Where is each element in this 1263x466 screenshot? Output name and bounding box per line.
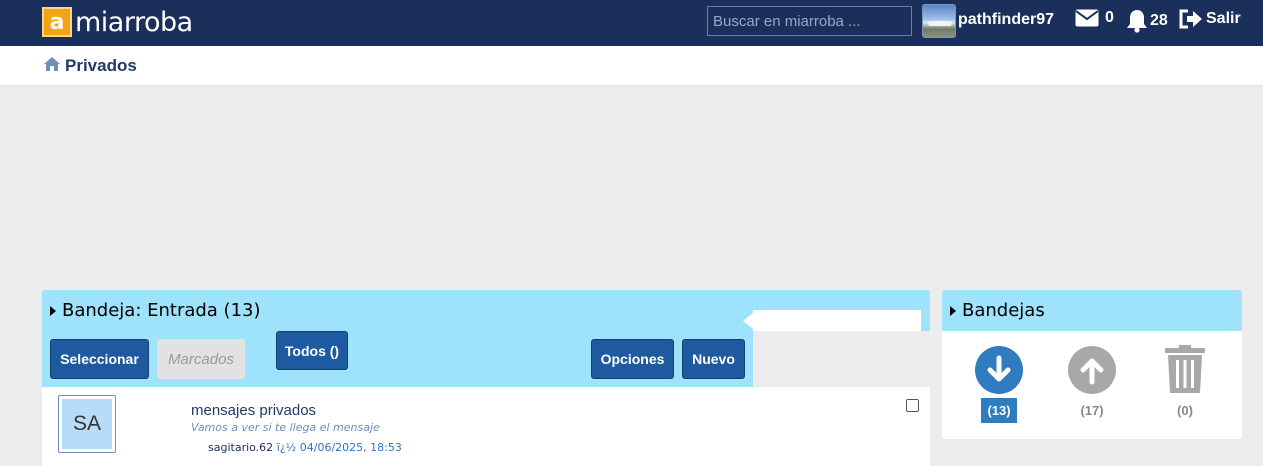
marked-button: Marcados — [157, 339, 245, 379]
folder-outbox-count: (17) — [1080, 403, 1104, 418]
sender-avatar[interactable]: SA — [58, 395, 116, 453]
caret-right-icon — [50, 305, 56, 316]
message-row[interactable]: SA mensajes privados Vamos a ver si te l… — [42, 387, 930, 466]
folder-trash[interactable]: (0) — [1155, 345, 1215, 423]
message-meta: sagitario.62 ï¿½ 04/06/2025, 18:53 — [208, 441, 402, 454]
inbox-down-arrow-icon — [975, 346, 1023, 394]
sign-out-icon — [1179, 9, 1203, 29]
toolbar-spacer — [753, 331, 930, 387]
folders-panel: Bandejas (13) (17) (0) — [942, 290, 1242, 439]
caret-right-icon — [950, 305, 956, 316]
new-message-button[interactable]: Nuevo — [682, 339, 745, 379]
folder-outbox[interactable]: (17) — [1062, 346, 1122, 423]
folders-title-text: Bandejas — [962, 300, 1045, 321]
logout-label: Salir — [1206, 10, 1241, 27]
folder-trash-count: (0) — [1177, 403, 1193, 418]
search-input[interactable] — [707, 6, 912, 36]
logo-text: miarroba — [75, 6, 193, 38]
options-button[interactable]: Opciones — [591, 339, 674, 379]
username-link[interactable]: pathfinder97 — [958, 11, 1054, 29]
message-subject[interactable]: mensajes privados — [191, 402, 316, 419]
inbox-title-text: Bandeja: Entrada (13) — [62, 300, 261, 321]
breadcrumb-bar: Privados — [0, 46, 1263, 86]
message-author[interactable]: sagitario.62 — [208, 441, 273, 454]
sender-initials: SA — [62, 399, 112, 449]
messages-count: 0 — [1105, 9, 1114, 26]
message-preview: Vamos a ver si te llega el mensaje — [191, 421, 380, 434]
messages-button[interactable]: 0 — [1075, 9, 1114, 27]
envelope-icon — [1075, 9, 1099, 27]
logout-button[interactable]: Salir — [1179, 9, 1241, 29]
folder-inbox-count: (13) — [981, 398, 1017, 423]
message-date: ï¿½ 04/06/2025, 18:53 — [276, 441, 402, 454]
folders-title[interactable]: Bandejas — [950, 300, 1045, 321]
bell-icon — [1126, 9, 1148, 33]
outbox-up-arrow-icon — [1068, 346, 1116, 394]
inbox-title[interactable]: Bandeja: Entrada (13) — [50, 300, 261, 321]
folders-header: Bandejas — [942, 290, 1242, 331]
site-logo[interactable]: a miarroba — [42, 6, 193, 38]
folder-inbox[interactable]: (13) — [969, 346, 1029, 423]
avatar-image — [928, 21, 952, 26]
breadcrumb-current[interactable]: Privados — [65, 56, 137, 76]
filter-all-button[interactable]: Todos () — [276, 331, 348, 370]
inbox-toolbar: Bandeja: Entrada (13) Seleccionar Marcad… — [42, 290, 930, 387]
user-avatar[interactable] — [922, 4, 956, 38]
message-checkbox[interactable] — [906, 399, 919, 412]
trash-icon — [1161, 345, 1209, 394]
notifications-count: 28 — [1150, 12, 1168, 29]
top-navbar: a miarroba pathfinder97 0 28 Salir — [0, 0, 1263, 46]
home-icon[interactable] — [43, 56, 61, 76]
options-tooltip — [743, 310, 921, 332]
inbox-panel: Bandeja: Entrada (13) Seleccionar Marcad… — [42, 290, 930, 466]
breadcrumb: Privados — [43, 56, 137, 76]
logo-mark: a — [42, 7, 72, 37]
notifications-button[interactable]: 28 — [1126, 9, 1168, 33]
select-button[interactable]: Seleccionar — [50, 339, 149, 379]
